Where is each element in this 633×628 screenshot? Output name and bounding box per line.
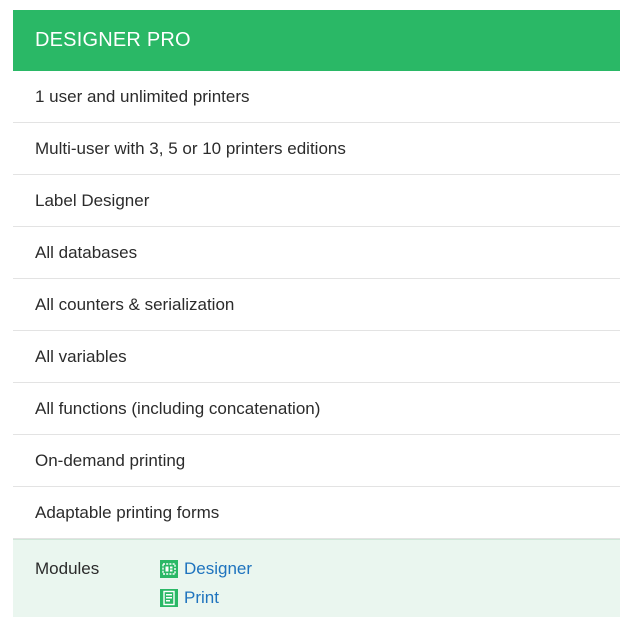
print-icon xyxy=(160,589,178,607)
feature-item: All databases xyxy=(13,227,620,279)
feature-item: All counters & serialization xyxy=(13,279,620,331)
module-designer-link[interactable]: Designer xyxy=(160,558,252,580)
modules-row: Modules Designer Print xyxy=(13,539,620,617)
feature-item: 1 user and unlimited printers xyxy=(13,71,620,123)
edition-title: DESIGNER PRO xyxy=(13,10,620,71)
feature-item: Adaptable printing forms xyxy=(13,487,620,539)
designer-icon xyxy=(160,560,178,578)
feature-item: All functions (including concatenation) xyxy=(13,383,620,435)
feature-item: All variables xyxy=(13,331,620,383)
feature-item: On-demand printing xyxy=(13,435,620,487)
feature-item: Label Designer xyxy=(13,175,620,227)
edition-card: DESIGNER PRO 1 user and unlimited printe… xyxy=(13,10,620,617)
feature-list: 1 user and unlimited printers Multi-user… xyxy=(13,71,620,539)
modules-label: Modules xyxy=(35,559,100,578)
module-print-label: Print xyxy=(184,588,219,607)
module-designer-label: Designer xyxy=(184,559,253,578)
module-print-link[interactable]: Print xyxy=(160,587,219,609)
feature-item: Multi-user with 3, 5 or 10 printers edit… xyxy=(13,123,620,175)
